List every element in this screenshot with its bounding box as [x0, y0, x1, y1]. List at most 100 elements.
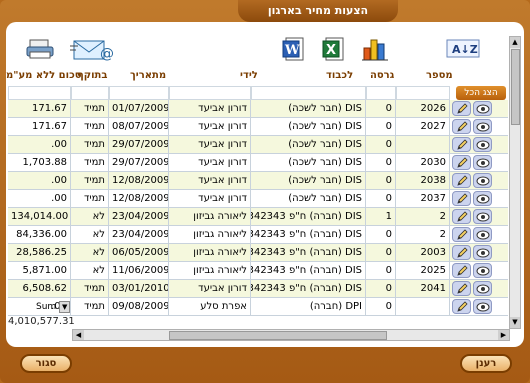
filter-date[interactable] — [109, 86, 169, 100]
table-row[interactable]: .00 תמיד 12/08/2009 דורון אביעד DIS (חבר לשכ… — [8, 190, 508, 208]
word-icon[interactable]: W — [282, 37, 304, 64]
view-eye-icon[interactable] — [473, 173, 492, 188]
edit-pencil-icon[interactable] — [452, 281, 471, 296]
horizontal-scrollbar[interactable]: ◀ ▶ — [72, 329, 510, 341]
horizontal-scroll-thumb[interactable] — [169, 331, 387, 340]
cell-date: 29/07/2009 — [109, 136, 169, 154]
row-actions — [450, 100, 508, 118]
view-eye-icon[interactable] — [473, 101, 492, 116]
edit-pencil-icon[interactable] — [452, 173, 471, 188]
cell-by: דורון אביעד — [169, 280, 251, 298]
scroll-left-icon[interactable]: ◀ — [73, 330, 84, 340]
summary-dropdown-icon[interactable]: ▼ — [59, 301, 71, 313]
table-row[interactable]: 28,586.25 לא 06/05/2009 ליאורה גביזון DIS (ח… — [8, 244, 508, 262]
excel-icon[interactable]: X — [322, 37, 344, 64]
vertical-scrollbar[interactable]: ▲ ▼ — [509, 36, 521, 329]
row-actions — [450, 280, 508, 298]
table-row[interactable]: .00 תמיד 12/08/2009 דורון אביעד DIS (חבר לשכ… — [8, 172, 508, 190]
cell-by: ליאורה גביזון — [169, 226, 251, 244]
edit-pencil-icon[interactable] — [452, 137, 471, 152]
vertical-scroll-thumb[interactable] — [511, 49, 520, 125]
view-eye-icon[interactable] — [473, 137, 492, 152]
edit-pencil-icon[interactable] — [452, 299, 471, 314]
bar-chart-icon[interactable] — [362, 36, 390, 65]
view-eye-icon[interactable] — [473, 227, 492, 242]
cell-by: אפרת סלע — [169, 298, 251, 316]
table-row[interactable]: 1,703.88 תמיד 29/07/2009 דורון אביעד DIS (חב… — [8, 154, 508, 172]
table-row[interactable]: 5,871.00 לא 11/06/2009 ליאורה גביזון DIS (חב… — [8, 262, 508, 280]
row-actions — [450, 118, 508, 136]
table-row[interactable]: 84,336.00 לא 23/04/2009 ליאורה גביזון DIS (ח… — [8, 226, 508, 244]
filter-to[interactable] — [251, 86, 366, 100]
svg-text:W: W — [284, 43, 300, 58]
col-header-version[interactable]: גרסה — [370, 70, 394, 81]
sort-az-icon[interactable]: A↓Z — [446, 38, 482, 63]
cell-by: דורון אביעד — [169, 154, 251, 172]
edit-pencil-icon[interactable] — [452, 209, 471, 224]
scroll-up-icon[interactable]: ▲ — [510, 37, 520, 48]
edit-pencil-icon[interactable] — [452, 119, 471, 134]
cell-number: 2003 — [396, 244, 450, 262]
cell-date: 09/08/2009 — [109, 298, 169, 316]
print-icon[interactable] — [26, 38, 54, 63]
filter-number[interactable] — [396, 86, 450, 100]
cell-validity: לא — [71, 226, 109, 244]
cell-date: 12/08/2009 — [109, 190, 169, 208]
view-eye-icon[interactable] — [473, 281, 492, 296]
filter-version[interactable] — [366, 86, 396, 100]
view-eye-icon[interactable] — [473, 155, 492, 170]
refresh-button[interactable]: רענן — [460, 354, 512, 373]
cell-version: 0 — [366, 136, 396, 154]
edit-pencil-icon[interactable] — [452, 245, 471, 260]
col-header-by[interactable]: לידי — [240, 70, 258, 81]
cell-version: 0 — [366, 244, 396, 262]
cell-version: 0 — [366, 226, 396, 244]
cell-validity: לא — [71, 208, 109, 226]
cell-date: 08/07/2009 — [109, 118, 169, 136]
cell-by: דורון אביעד — [169, 100, 251, 118]
row-actions — [450, 190, 508, 208]
edit-pencil-icon[interactable] — [452, 227, 471, 242]
email-icon[interactable]: @ — [70, 38, 114, 65]
view-eye-icon[interactable] — [473, 209, 492, 224]
cell-version: 1 — [366, 208, 396, 226]
svg-text:@: @ — [100, 46, 114, 62]
scroll-right-icon[interactable]: ▶ — [498, 330, 509, 340]
show-all-button[interactable]: הצג הכל — [456, 86, 506, 100]
edit-pencil-icon[interactable] — [452, 191, 471, 206]
summary-row: Sum ▼ — [8, 300, 98, 314]
col-header-to[interactable]: לכבוד — [326, 70, 353, 81]
table-row[interactable]: 134,014.00 לא 23/04/2009 ליאורה גביזון DIS (… — [8, 208, 508, 226]
close-button[interactable]: סגור — [20, 354, 72, 373]
scroll-down-icon[interactable]: ▼ — [510, 317, 520, 328]
view-eye-icon[interactable] — [473, 191, 492, 206]
filter-validity[interactable] — [71, 86, 109, 100]
cell-number: 2 — [396, 226, 450, 244]
svg-text:A↓Z: A↓Z — [452, 43, 478, 56]
cell-version: 0 — [366, 154, 396, 172]
cell-validity: לא — [71, 244, 109, 262]
view-eye-icon[interactable] — [473, 299, 492, 314]
filter-by[interactable] — [169, 86, 251, 100]
table-row[interactable]: 6,508.62 תמיד 03/01/2010 דורון אביעד DIS (חב… — [8, 280, 508, 298]
cell-number: 2037 — [396, 190, 450, 208]
cell-validity: תמיד — [71, 190, 109, 208]
col-header-total[interactable]: סכום ללא מע"מ — [6, 70, 82, 81]
view-eye-icon[interactable] — [473, 245, 492, 260]
edit-pencil-icon[interactable] — [452, 101, 471, 116]
cell-number: 2038 — [396, 172, 450, 190]
filter-total[interactable] — [8, 86, 71, 100]
cell-version: 0 — [366, 100, 396, 118]
view-eye-icon[interactable] — [473, 263, 492, 278]
cell-to: DIS (חבר לשכה) — [251, 118, 366, 136]
cell-number: 2 — [396, 208, 450, 226]
table-row[interactable]: .00 תמיד 29/07/2009 דורון אביעד DIS (חבר לשכ… — [8, 136, 508, 154]
table-row[interactable]: 171.67 תמיד 01/07/2009 דורון אביעד DIS (חבר … — [8, 100, 508, 118]
view-eye-icon[interactable] — [473, 119, 492, 134]
edit-pencil-icon[interactable] — [452, 155, 471, 170]
col-header-date[interactable]: מתאריך — [130, 70, 166, 81]
col-header-number[interactable]: מספר — [426, 70, 453, 81]
cell-to: DIS (חברה) ח"פ 52342343 — [251, 244, 366, 262]
edit-pencil-icon[interactable] — [452, 263, 471, 278]
table-row[interactable]: 171.67 תמיד 08/07/2009 דורון אביעד DIS (חבר … — [8, 118, 508, 136]
